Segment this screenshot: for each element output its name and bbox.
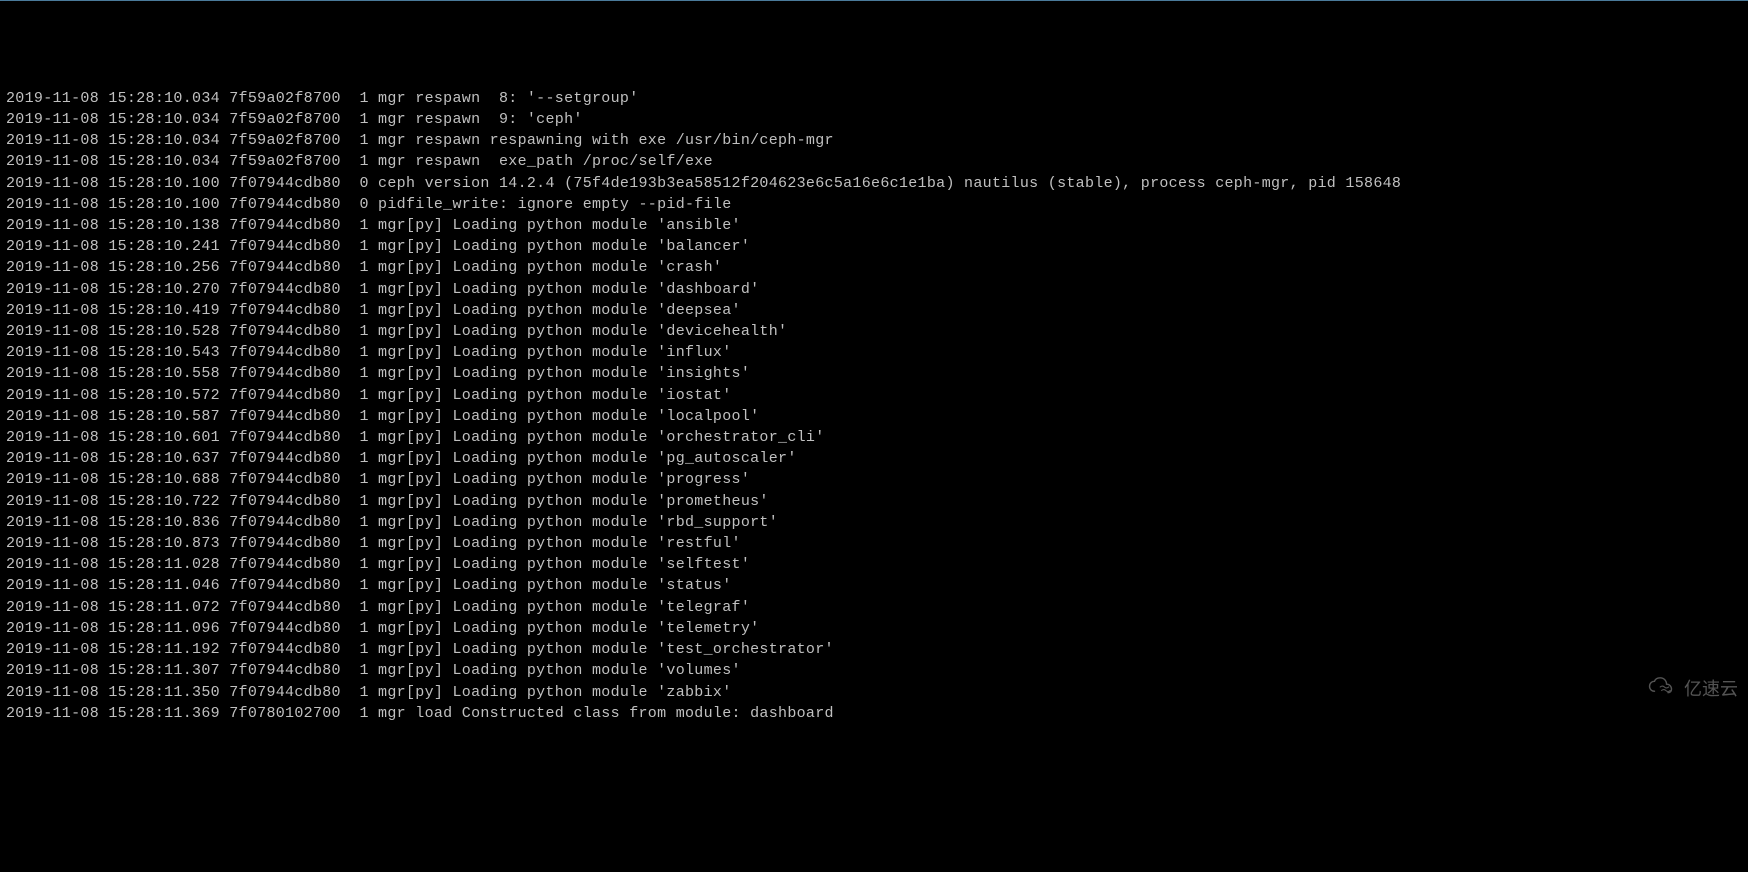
log-line: 2019-11-08 15:28:10.873 7f07944cdb80 1 m… [6,533,1742,554]
log-line: 2019-11-08 15:28:10.601 7f07944cdb80 1 m… [6,427,1742,448]
log-line: 2019-11-08 15:28:11.096 7f07944cdb80 1 m… [6,618,1742,639]
log-line: 2019-11-08 15:28:10.100 7f07944cdb80 0 p… [6,194,1742,215]
log-line: 2019-11-08 15:28:11.350 7f07944cdb80 1 m… [6,682,1742,703]
log-line: 2019-11-08 15:28:10.558 7f07944cdb80 1 m… [6,363,1742,384]
log-line: 2019-11-08 15:28:10.637 7f07944cdb80 1 m… [6,448,1742,469]
log-line: 2019-11-08 15:28:10.241 7f07944cdb80 1 m… [6,236,1742,257]
watermark-text: 亿速云 [1684,679,1738,700]
log-line: 2019-11-08 15:28:10.572 7f07944cdb80 1 m… [6,385,1742,406]
log-line: 2019-11-08 15:28:10.836 7f07944cdb80 1 m… [6,512,1742,533]
log-line: 2019-11-08 15:28:10.722 7f07944cdb80 1 m… [6,491,1742,512]
log-line: 2019-11-08 15:28:10.270 7f07944cdb80 1 m… [6,279,1742,300]
log-line: 2019-11-08 15:28:10.419 7f07944cdb80 1 m… [6,300,1742,321]
cloud-icon [1626,655,1680,723]
log-line: 2019-11-08 15:28:10.034 7f59a02f8700 1 m… [6,151,1742,172]
log-line: 2019-11-08 15:28:10.587 7f07944cdb80 1 m… [6,406,1742,427]
log-line: 2019-11-08 15:28:10.543 7f07944cdb80 1 m… [6,342,1742,363]
log-line: 2019-11-08 15:28:11.307 7f07944cdb80 1 m… [6,660,1742,681]
log-line: 2019-11-08 15:28:10.034 7f59a02f8700 1 m… [6,109,1742,130]
log-line: 2019-11-08 15:28:11.192 7f07944cdb80 1 m… [6,639,1742,660]
log-line: 2019-11-08 15:28:10.100 7f07944cdb80 0 c… [6,173,1742,194]
log-line: 2019-11-08 15:28:10.034 7f59a02f8700 1 m… [6,130,1742,151]
log-line: 2019-11-08 15:28:10.034 7f59a02f8700 1 m… [6,88,1742,109]
terminal-log-output[interactable]: 2019-11-08 15:28:10.034 7f59a02f8700 1 m… [6,88,1742,724]
log-line: 2019-11-08 15:28:11.046 7f07944cdb80 1 m… [6,575,1742,596]
log-line: 2019-11-08 15:28:11.072 7f07944cdb80 1 m… [6,597,1742,618]
log-line: 2019-11-08 15:28:10.256 7f07944cdb80 1 m… [6,257,1742,278]
log-line: 2019-11-08 15:28:11.028 7f07944cdb80 1 m… [6,554,1742,575]
log-line: 2019-11-08 15:28:10.528 7f07944cdb80 1 m… [6,321,1742,342]
watermark-badge: 亿速云 [1626,655,1738,723]
log-line: 2019-11-08 15:28:10.138 7f07944cdb80 1 m… [6,215,1742,236]
log-line: 2019-11-08 15:28:11.369 7f0780102700 1 m… [6,703,1742,724]
log-line: 2019-11-08 15:28:10.688 7f07944cdb80 1 m… [6,469,1742,490]
